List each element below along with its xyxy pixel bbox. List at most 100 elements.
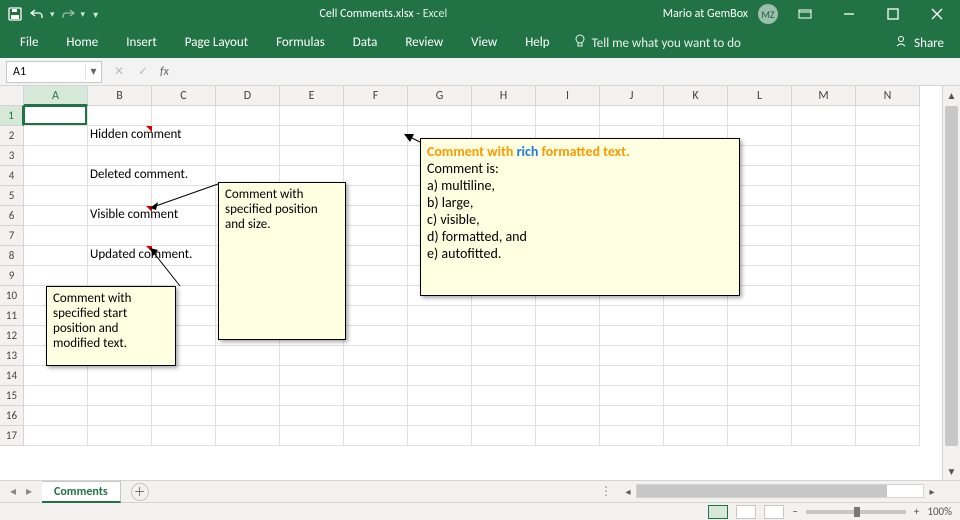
cell[interactable] [856,126,920,146]
cell[interactable] [24,406,88,426]
cell[interactable] [280,406,344,426]
cell[interactable] [536,346,600,366]
cell[interactable] [600,306,664,326]
scroll-right-icon[interactable]: ▸ [924,485,940,498]
scroll-thumb[interactable] [637,485,887,497]
cell[interactable] [792,306,856,326]
cell[interactable] [600,426,664,446]
cell[interactable] [88,266,152,286]
new-sheet-button[interactable]: ＋ [131,483,149,501]
cell[interactable] [856,186,920,206]
cell[interactable] [344,106,408,126]
scroll-down-icon[interactable]: ▼ [943,462,960,480]
cell[interactable] [792,426,856,446]
zoom-level[interactable]: 100% [927,505,952,518]
zoom-slider[interactable] [806,510,906,514]
cancel-formula-icon[interactable]: ✕ [112,64,126,79]
cell[interactable] [664,386,728,406]
row-header[interactable]: 11 [0,306,24,326]
cell[interactable] [344,346,408,366]
save-icon[interactable] [6,5,24,23]
cell[interactable] [408,386,472,406]
cell[interactable] [280,146,344,166]
cell[interactable] [536,326,600,346]
cell[interactable] [856,286,920,306]
cell[interactable] [24,126,88,146]
cell[interactable] [728,326,792,346]
cell[interactable] [88,226,152,246]
normal-view-button[interactable] [708,505,728,519]
tab-page-layout[interactable]: Page Layout [171,28,262,58]
qat-customize-icon[interactable]: ▾ [93,8,98,21]
cell[interactable] [472,306,536,326]
cell[interactable] [88,426,152,446]
cell[interactable] [216,426,280,446]
cell[interactable] [664,306,728,326]
cell[interactable] [344,146,408,166]
cell[interactable] [88,366,152,386]
cell[interactable] [856,206,920,226]
cell[interactable] [472,366,536,386]
tab-help[interactable]: Help [511,28,563,58]
cell[interactable] [856,146,920,166]
cell[interactable] [536,366,600,386]
cell[interactable] [88,386,152,406]
col-header[interactable]: E [280,86,344,106]
cell[interactable] [664,406,728,426]
cell[interactable] [88,146,152,166]
cell[interactable] [152,426,216,446]
cell[interactable] [216,406,280,426]
cell[interactable] [408,106,472,126]
cell[interactable] [280,126,344,146]
col-header[interactable]: N [856,86,920,106]
redo-icon[interactable] [59,5,77,23]
tab-data[interactable]: Data [339,28,392,58]
cell[interactable] [536,406,600,426]
minimize-button[interactable] [832,0,866,28]
cell[interactable] [728,406,792,426]
scroll-up-icon[interactable]: ▲ [943,86,960,104]
col-header[interactable]: M [792,86,856,106]
cell[interactable] [792,206,856,226]
cell[interactable] [24,266,88,286]
sheet-nav-next-icon[interactable]: ▸ [22,484,36,499]
cell[interactable] [792,286,856,306]
cell[interactable] [344,326,408,346]
select-all-corner[interactable] [0,86,24,106]
cell[interactable] [24,206,88,226]
cell[interactable] [280,386,344,406]
cell[interactable] [600,386,664,406]
cell[interactable] [856,226,920,246]
col-header[interactable]: G [408,86,472,106]
comment-box[interactable]: Comment with specified start position an… [46,286,176,366]
cell[interactable] [600,326,664,346]
comment-indicator-icon[interactable] [146,126,152,132]
cell[interactable] [792,326,856,346]
sheet-tab-active[interactable]: Comments [42,481,121,503]
col-header[interactable]: D [216,86,280,106]
maximize-button[interactable] [876,0,910,28]
cell[interactable] [856,326,920,346]
row-header[interactable]: 10 [0,286,24,306]
cell[interactable] [280,426,344,446]
sheet-nav[interactable]: ◂ ▸ [0,484,42,499]
cell[interactable] [344,246,408,266]
cell[interactable] [152,106,216,126]
cell[interactable] [24,386,88,406]
row-header[interactable]: 5 [0,186,24,206]
row-header[interactable]: 8 [0,246,24,266]
cell[interactable] [536,426,600,446]
scroll-left-icon[interactable]: ◂ [620,485,636,498]
col-header[interactable]: L [728,86,792,106]
cell[interactable] [792,166,856,186]
undo-icon[interactable] [28,5,46,23]
col-header[interactable]: B [88,86,152,106]
cell[interactable] [24,166,88,186]
cell[interactable] [408,366,472,386]
cell[interactable] [792,226,856,246]
vertical-scrollbar[interactable]: ▲ ▼ [942,86,960,480]
cell[interactable] [408,406,472,426]
cell[interactable] [792,266,856,286]
cell[interactable] [216,386,280,406]
row-header[interactable]: 13 [0,346,24,366]
